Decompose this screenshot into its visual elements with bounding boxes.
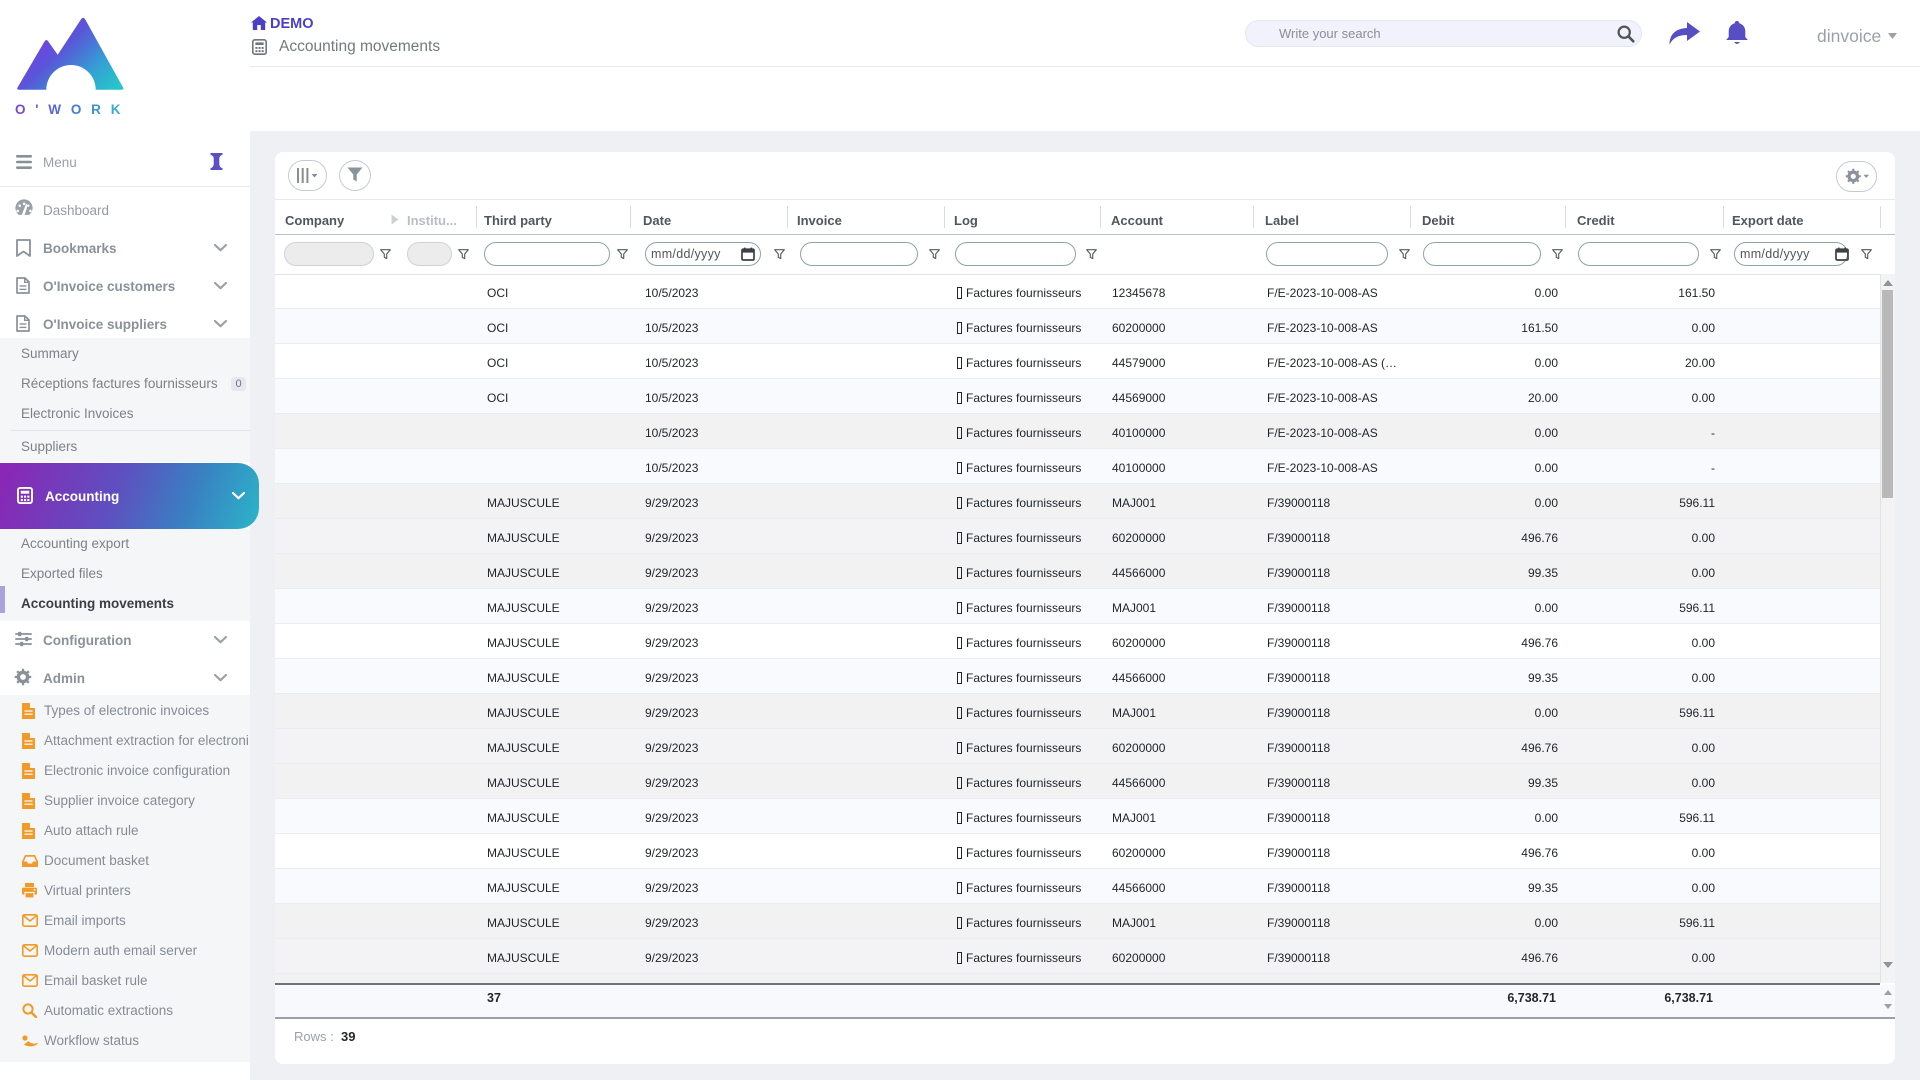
svg-text:O'WORK: O'WORK [15,102,130,117]
